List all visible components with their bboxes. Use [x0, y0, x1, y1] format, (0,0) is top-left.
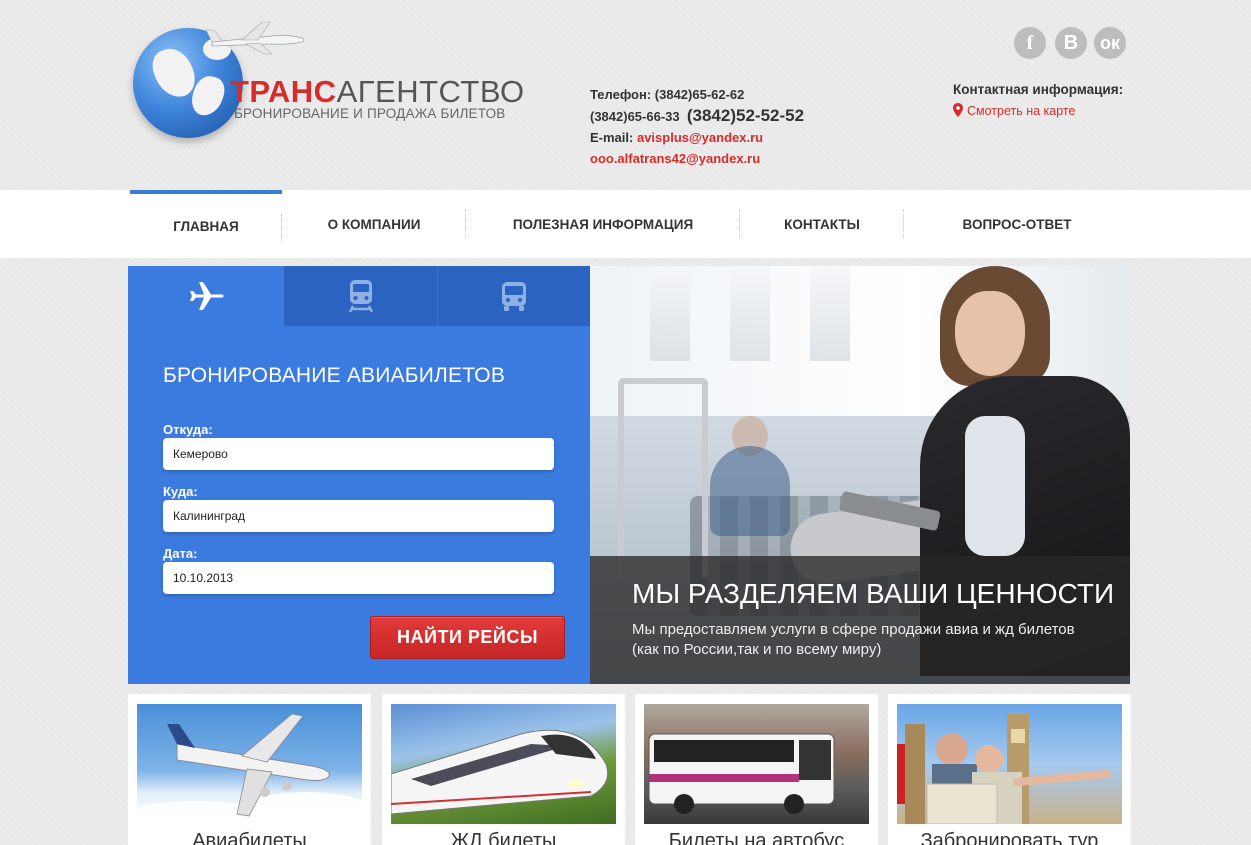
from-label: Откуда:	[163, 422, 213, 437]
map-link[interactable]: Смотреть на карте	[953, 103, 1075, 118]
tab-rail[interactable]	[284, 266, 438, 326]
train-icon	[348, 280, 373, 313]
card-label: Билеты на автобус	[668, 830, 845, 845]
bus-photo	[644, 704, 869, 824]
contacts-title: Контактная информация:	[953, 82, 1124, 97]
to-label: Куда:	[163, 484, 198, 499]
card-bus[interactable]: Билеты на автобус	[635, 694, 878, 845]
hero-caption: МЫ РАЗДЕЛЯЕМ ВАШИ ЦЕННОСТИ Мы предоставл…	[590, 556, 1130, 684]
transport-tabs	[128, 266, 590, 326]
search-flights-button[interactable]: НАЙТИ РЕЙСЫ	[370, 616, 565, 659]
from-input[interactable]	[163, 438, 554, 470]
nav-item-contacts[interactable]: КОНТАКТЫ	[740, 190, 904, 258]
hero-title: МЫ РАЗДЕЛЯЕМ ВАШИ ЦЕННОСТИ	[632, 578, 1115, 609]
train-photo	[391, 704, 616, 824]
hero-text: Мы предоставляем услуги в сфере продажи …	[632, 621, 1075, 658]
nav-item-home[interactable]: ГЛАВНАЯ	[130, 190, 282, 258]
odnoklassniki-icon[interactable]: ок	[1094, 27, 1126, 59]
map-pin-icon	[953, 103, 963, 117]
airplane-photo	[137, 704, 362, 824]
card-tour[interactable]: Забронировать тур	[888, 694, 1131, 845]
booking-title: БРОНИРОВАНИЕ АВИАБИЛЕТОВ	[163, 364, 506, 387]
bus-icon	[502, 282, 526, 311]
site-logo[interactable]: ТРАНСАГЕНТСТВО БРОНИРОВАНИЕ И ПРОДАЖА БИ…	[130, 14, 524, 144]
card-avia[interactable]: Авиабилеты	[128, 694, 371, 845]
logo-airplane-icon	[205, 21, 305, 55]
tab-avia[interactable]	[128, 266, 284, 326]
tour-photo	[897, 704, 1122, 824]
header: ТРАНСАГЕНТСТВО БРОНИРОВАНИЕ И ПРОДАЖА БИ…	[0, 0, 1251, 190]
card-rail[interactable]: ЖД билеты	[382, 694, 625, 845]
phone-line-1: Телефон: (3842)65-62-62	[590, 87, 745, 102]
hero-banner: МЫ РАЗДЕЛЯЕМ ВАШИ ЦЕННОСТИ Мы предоставл…	[590, 266, 1130, 684]
card-label: Авиабилеты	[192, 830, 307, 845]
card-label: ЖД билеты	[450, 830, 557, 845]
booking-panel: БРОНИРОВАНИЕ АВИАБИЛЕТОВ Откуда: Куда: Д…	[128, 266, 590, 684]
main-nav: ГЛАВНАЯ О КОМПАНИИ ПОЛЕЗНАЯ ИНФОРМАЦИЯ К…	[0, 190, 1251, 258]
phone-block: Телефон: (3842)65-62-62 (3842)65-66-33 (…	[590, 84, 804, 169]
phone-line-2: (3842)65-66-33 (3842)52-52-52	[590, 106, 805, 125]
date-input[interactable]	[163, 562, 554, 594]
to-input[interactable]	[163, 500, 554, 532]
nav-item-info[interactable]: ПОЛЕЗНАЯ ИНФОРМАЦИЯ	[466, 190, 740, 258]
vkontakte-icon[interactable]: B	[1055, 27, 1087, 59]
card-label: Забронировать тур	[920, 830, 1099, 845]
email-link-1[interactable]: avisplus@yandex.ru	[637, 130, 763, 145]
nav-item-faq[interactable]: ВОПРОС-ОТВЕТ	[904, 190, 1130, 258]
nav-item-about[interactable]: О КОМПАНИИ	[282, 190, 466, 258]
tab-bus[interactable]	[438, 266, 590, 326]
airplane-icon	[190, 282, 224, 310]
date-label: Дата:	[163, 546, 198, 561]
logo-tagline: БРОНИРОВАНИЕ И ПРОДАЖА БИЛЕТОВ	[234, 106, 506, 121]
email-line-2: ooo.alfatrans42@yandex.ru	[590, 148, 804, 169]
logo-title: ТРАНСАГЕНТСТВО	[230, 74, 525, 109]
email-line-1: E-mail: avisplus@yandex.ru	[590, 130, 764, 145]
suitcase-image	[618, 378, 708, 578]
email-link-2[interactable]: ooo.alfatrans42@yandex.ru	[590, 151, 760, 166]
facebook-icon[interactable]: f	[1014, 27, 1046, 59]
